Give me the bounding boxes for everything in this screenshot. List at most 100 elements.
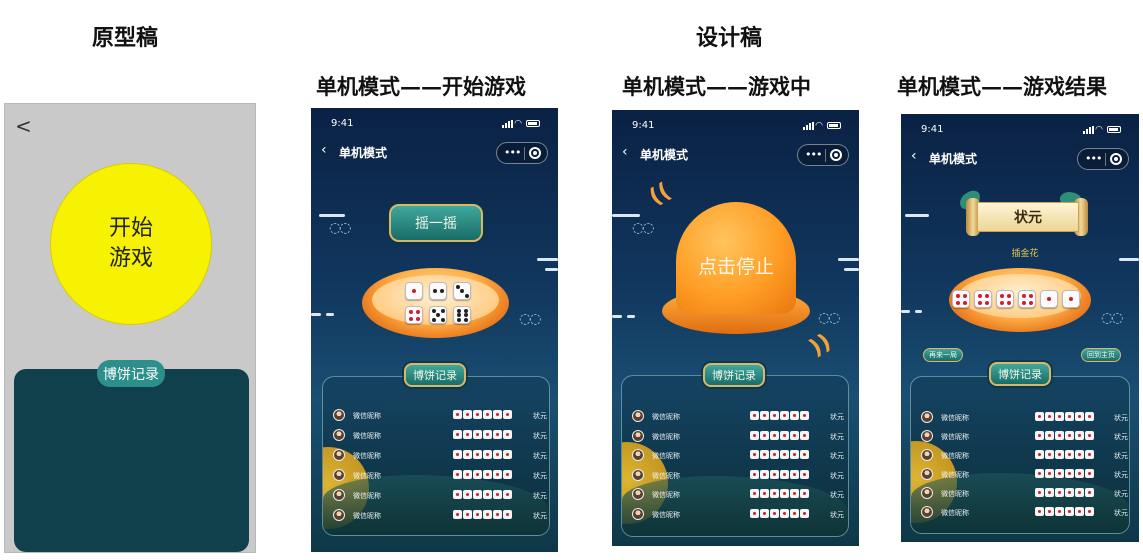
mini-die-icon [770, 469, 779, 479]
mini-die-icon [750, 489, 759, 498]
more-dots-icon[interactable]: ••• [805, 148, 822, 161]
mini-die-icon [780, 469, 789, 479]
record-result: 状元 [1114, 433, 1128, 441]
decor-cloud-icon: ◌◌ [818, 310, 840, 326]
decor-cloud-icon: ◌◌ [519, 311, 541, 327]
decor-cloud-line [612, 315, 622, 318]
chevron-left-icon[interactable]: ‹ [321, 142, 327, 158]
target-circle-icon[interactable] [1110, 153, 1122, 165]
mini-die-icon [790, 450, 799, 459]
mini-die-icon [453, 490, 462, 499]
record-result: 状元 [830, 491, 844, 499]
mini-die-icon [483, 490, 492, 499]
mini-die-icon [503, 430, 512, 439]
avatar [921, 468, 933, 480]
mini-die-icon [800, 430, 809, 440]
play-again-button[interactable]: 再来一局 [923, 348, 963, 362]
mini-die-icon [770, 489, 779, 498]
record-result: 状元 [533, 432, 547, 440]
chevron-left-icon[interactable]: ‹ [911, 148, 917, 164]
mini-die-icon [750, 450, 759, 459]
avatar [632, 449, 644, 461]
record-result: 状元 [533, 412, 547, 420]
mini-die-icon [503, 470, 512, 479]
mini-die-icon [1065, 469, 1074, 478]
mini-die-icon [483, 450, 492, 459]
mini-program-capsule: ••• [1077, 148, 1129, 170]
avatar [632, 488, 644, 500]
wifi-icon: ◠ [514, 119, 522, 129]
avatar [632, 468, 644, 481]
record-result: 状元 [1114, 452, 1128, 460]
record-row: 微信昵称 状元 [632, 429, 844, 444]
shake-wave-icon: (( [645, 178, 676, 211]
record-row: 微信昵称 状元 [632, 410, 844, 424]
record-dice [750, 450, 809, 459]
mini-die-icon [1085, 507, 1094, 516]
record-panel [14, 369, 249, 552]
record-row: 微信昵称 状元 [921, 449, 1128, 463]
record-button[interactable]: 博饼记录 [97, 360, 165, 387]
die-icon [429, 306, 447, 324]
record-result: 状元 [533, 512, 547, 520]
shake-button[interactable]: 摇一摇 [389, 204, 483, 242]
record-nickname: 微信昵称 [652, 413, 680, 421]
mini-die-icon [1045, 488, 1054, 497]
mini-die-icon [750, 430, 759, 440]
record-result: 状元 [533, 492, 547, 500]
decor-cloud-line [627, 315, 635, 318]
mini-die-icon [1075, 507, 1084, 516]
home-button[interactable]: 回到主页 [1081, 348, 1121, 362]
decor-cloud-icon: ◌◌ [632, 220, 654, 236]
mini-die-icon [1055, 507, 1064, 516]
mini-die-icon [483, 430, 492, 439]
mini-die-icon [473, 430, 482, 439]
record-nickname: 微信昵称 [353, 432, 381, 440]
decor-cloud-line [915, 310, 922, 313]
record-row: 微信昵称 状元 [921, 411, 1128, 425]
target-circle-icon[interactable] [830, 149, 842, 161]
record-row: 微信昵称 状元 [632, 449, 844, 463]
more-dots-icon[interactable]: ••• [504, 146, 521, 159]
mini-die-icon [1065, 412, 1074, 421]
mini-die-icon [1035, 469, 1044, 478]
record-nickname: 微信昵称 [652, 510, 680, 519]
screen-start-heading: 单机模式——开始游戏 [316, 74, 526, 99]
die-icon [429, 282, 447, 300]
mini-die-icon [760, 469, 769, 479]
mini-die-icon [1045, 469, 1054, 478]
mini-die-icon [1035, 507, 1044, 516]
decor-cloud-icon: ◌◌ [329, 220, 351, 236]
start-game-button[interactable]: 开始 游戏 [50, 163, 212, 325]
record-nickname: 微信昵称 [353, 412, 381, 420]
avatar [921, 411, 933, 423]
prototype-wireframe: < 开始 游戏 博饼记录 [4, 103, 256, 553]
avatar [333, 489, 345, 501]
record-nickname: 微信昵称 [353, 512, 381, 520]
record-result: 状元 [1114, 471, 1128, 479]
mini-die-icon [493, 490, 502, 499]
record-nickname: 微信昵称 [353, 472, 381, 480]
chevron-left-icon[interactable]: ‹ [622, 144, 628, 160]
record-result: 状元 [533, 472, 547, 480]
nav-title: 单机模式 [929, 152, 978, 166]
decor-cloud-line [905, 214, 929, 217]
record-panel: 微信昵称 状元 微信昵称 状元 微信昵称 状元 微信昵称 状元 微信昵称 状元 微信昵称 状元 [910, 376, 1130, 534]
decor-cloud-line [311, 313, 321, 316]
mini-die-icon [780, 508, 789, 518]
avatar [333, 409, 345, 421]
more-dots-icon[interactable]: ••• [1085, 152, 1102, 165]
hill-decoration [911, 473, 1129, 533]
mini-program-capsule: ••• [496, 142, 548, 164]
mini-die-icon [1085, 488, 1094, 497]
avatar [921, 430, 933, 442]
dice-bowl [362, 268, 509, 338]
mini-die-icon [453, 430, 462, 439]
mini-die-icon [790, 508, 799, 518]
record-title-badge: 博饼记录 [703, 363, 765, 387]
capsule-divider [524, 147, 525, 160]
back-icon[interactable]: < [15, 114, 32, 138]
target-circle-icon[interactable] [529, 147, 541, 159]
avatar [921, 506, 933, 518]
record-row: 微信昵称 状元 [333, 489, 547, 503]
